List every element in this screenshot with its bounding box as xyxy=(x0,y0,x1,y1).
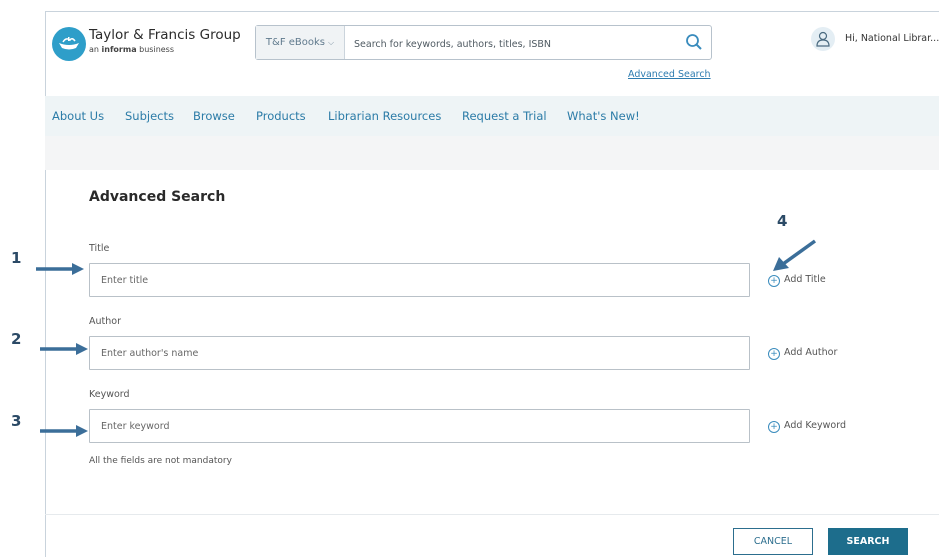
annotation-arrow-2-icon xyxy=(40,343,88,355)
footer-divider xyxy=(45,514,939,515)
user-greeting[interactable]: Hi, National Librar... ⌄ xyxy=(845,33,939,44)
add-keyword-button[interactable]: + Add Keyword xyxy=(768,420,846,433)
annotation-arrow-1-icon xyxy=(36,263,84,275)
user-icon xyxy=(816,31,830,47)
nav-request-a-trial[interactable]: Request a Trial xyxy=(462,109,547,123)
cancel-button[interactable]: CANCEL xyxy=(733,528,813,555)
title-label: Title xyxy=(89,243,110,254)
annotation-arrow-4-icon xyxy=(773,239,817,271)
annotation-arrow-3-icon xyxy=(40,425,88,437)
advanced-search-link[interactable]: Advanced Search xyxy=(628,69,711,80)
nav-browse[interactable]: Browse xyxy=(193,109,235,123)
plus-circle-icon: + xyxy=(768,421,780,433)
plus-circle-icon: + xyxy=(768,348,780,360)
annotation-number-2: 2 xyxy=(11,330,22,348)
add-author-button[interactable]: + Add Author xyxy=(768,347,837,360)
nav-about-us[interactable]: About Us xyxy=(52,109,104,123)
search-button[interactable]: SEARCH xyxy=(828,528,908,555)
page-title: Advanced Search xyxy=(89,189,226,205)
taylor-francis-logo-icon[interactable] xyxy=(52,27,86,61)
global-search-box: T&F eBooks ⌵ xyxy=(255,25,712,60)
annotation-number-1: 1 xyxy=(11,249,22,267)
nav-librarian-resources[interactable]: Librarian Resources xyxy=(328,109,441,123)
nav-whats-new[interactable]: What's New! xyxy=(567,109,640,123)
author-input[interactable] xyxy=(89,336,750,370)
search-icon[interactable] xyxy=(685,33,703,51)
annotation-number-3: 3 xyxy=(11,412,22,430)
search-scope-dropdown[interactable]: T&F eBooks ⌵ xyxy=(256,26,345,59)
keyword-input[interactable] xyxy=(89,409,750,443)
annotation-number-4: 4 xyxy=(777,212,788,230)
subheader-band xyxy=(45,136,939,170)
chevron-down-icon: ⌵ xyxy=(328,38,335,47)
plus-circle-icon: + xyxy=(768,275,780,287)
brand-name: Taylor & Francis Group xyxy=(89,27,241,43)
nav-products[interactable]: Products xyxy=(256,109,306,123)
global-search-input[interactable] xyxy=(352,33,676,55)
author-label: Author xyxy=(89,316,121,327)
mandatory-note: All the fields are not mandatory xyxy=(89,456,232,466)
user-avatar[interactable] xyxy=(811,27,835,51)
nav-subjects[interactable]: Subjects xyxy=(125,109,174,123)
keyword-label: Keyword xyxy=(89,389,130,400)
brand-tagline: an informa business xyxy=(89,45,175,54)
add-title-button[interactable]: + Add Title xyxy=(768,274,826,287)
title-input[interactable] xyxy=(89,263,750,297)
